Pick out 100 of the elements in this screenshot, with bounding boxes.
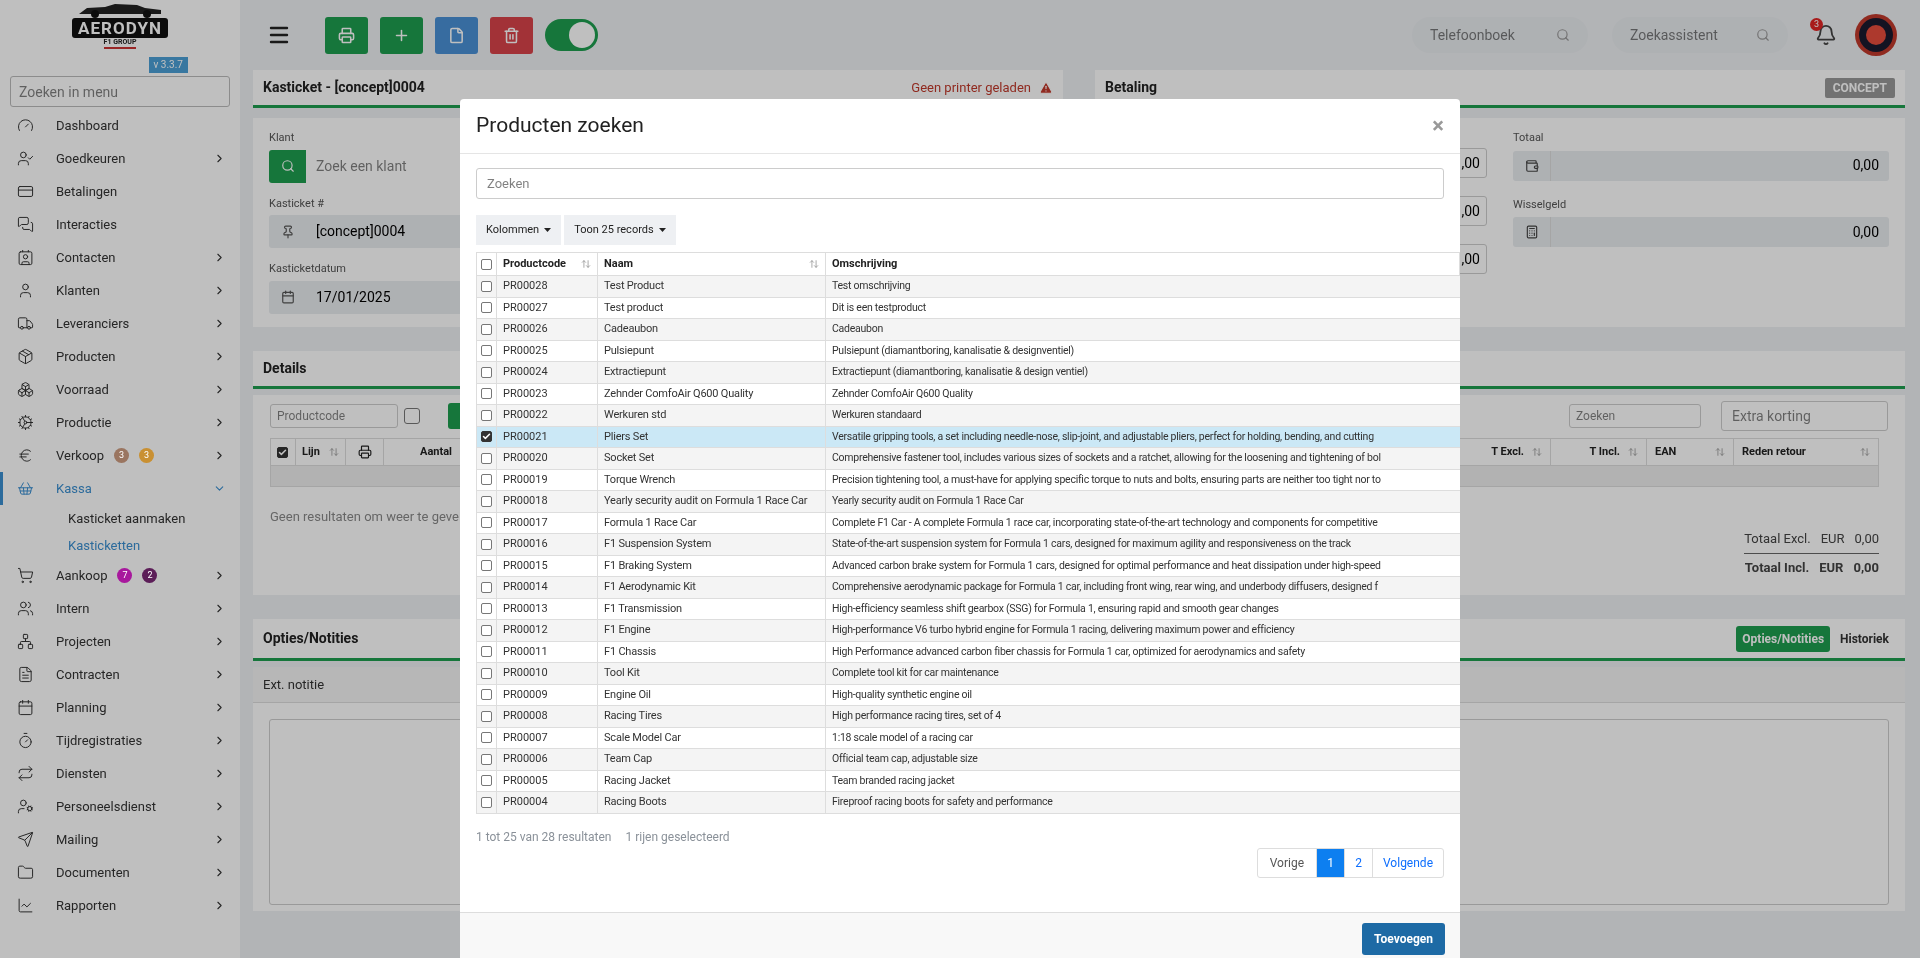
menu-item[interactable]: Projecten (0, 625, 240, 658)
menu-item[interactable]: Personeelsdienst (0, 790, 240, 823)
checkbox[interactable] (481, 345, 492, 357)
next-page-button[interactable]: Volgende (1373, 848, 1443, 877)
checkbox[interactable] (481, 560, 492, 572)
checkbox[interactable] (481, 258, 492, 270)
menu-item[interactable]: Verkoop 3 3 (0, 439, 240, 472)
checkbox[interactable] (481, 452, 492, 464)
search-button[interactable] (269, 149, 306, 183)
checkbox[interactable] (481, 280, 492, 292)
checkbox[interactable] (481, 323, 492, 335)
checkbox[interactable] (481, 603, 492, 615)
checkbox[interactable] (481, 538, 492, 550)
checkbox[interactable] (481, 495, 492, 507)
table-row[interactable]: PR00018 Yearly security audit on Formula 1 Race Car Yearly security audit on Formula 1 Race Car (476, 491, 1460, 513)
checkbox[interactable] (481, 667, 492, 679)
add-button[interactable]: Toevoegen (1362, 923, 1445, 955)
checkbox[interactable] (481, 409, 492, 421)
checkbox[interactable] (481, 646, 492, 658)
checkbox[interactable] (277, 446, 288, 458)
checkbox[interactable] (481, 581, 492, 593)
checkbox[interactable] (481, 689, 492, 701)
tab[interactable]: Historiek (1834, 625, 1895, 652)
column-header[interactable]: Productcode (497, 253, 598, 275)
table-row[interactable]: PR00027 Test product Dit is een testproduct (476, 297, 1460, 319)
search-field[interactable]: Zoeken (476, 168, 1444, 199)
table-row[interactable]: PR00016 F1 Suspension System State-of-the-art suspension system for Formula 1 cars, designed for maximum agility and responsiveness on the track (476, 534, 1460, 556)
print-button[interactable] (325, 16, 368, 54)
menu-item[interactable]: Goedkeuren (0, 142, 240, 175)
new-document-button[interactable] (435, 16, 478, 54)
dropdown-button[interactable]: Kolommen (476, 215, 562, 245)
menu-item[interactable]: Aankoop 7 2 (0, 559, 240, 592)
search-field[interactable]: Zoekassistent (1612, 17, 1788, 53)
table-row[interactable]: PR00004 Racing Boots Fireproof racing boots for safety and performance (476, 792, 1460, 814)
page-button[interactable]: 2 (1345, 848, 1373, 877)
productcode-field[interactable]: Productcode (270, 404, 398, 428)
table-row[interactable]: PR00020 Socket Set Comprehensive fastener tool, includes various sizes of sockets and a ratchet, allowing for the loosening and tightening of bol (476, 448, 1460, 470)
table-row[interactable]: PR00009 Engine Oil High-quality synthetic engine oil (476, 684, 1460, 706)
checkbox[interactable] (481, 302, 492, 314)
checkbox[interactable] (481, 474, 492, 486)
menu-item[interactable]: Contacten (0, 241, 240, 274)
menu-item[interactable]: Dashboard (0, 109, 240, 142)
table-row[interactable]: PR00017 Formula 1 Race Car Complete F1 Car - A complete Formula 1 race car, incorporating state-of-the-art technology and components for competitive (476, 512, 1460, 534)
menu-item[interactable]: Interacties (0, 208, 240, 241)
table-row[interactable]: PR00006 Team Cap Official team cap, adjustable size (476, 749, 1460, 771)
checkbox[interactable] (481, 431, 492, 443)
menu-item[interactable]: Productie (0, 406, 240, 439)
table-row[interactable]: PR00022 Werkuren std Werkuren standaard (476, 405, 1460, 427)
checkbox[interactable] (481, 388, 492, 400)
menu-item[interactable]: Diensten (0, 757, 240, 790)
menu-search-field[interactable]: Zoeken in menu (10, 76, 230, 107)
table-row[interactable]: PR00025 Pulsiepunt Pulsiepunt (diamantboring, kanalisatie & designventiel) (476, 340, 1460, 362)
menu-item[interactable]: Klanten (0, 274, 240, 307)
table-row[interactable]: PR00026 Cadeaubon Cadeaubon (476, 319, 1460, 341)
table-row[interactable]: PR00019 Torque Wrench Precision tightening tool, a must-have for applying specific torque to nuts and bolts, ensuring parts are neither too tight nor to (476, 469, 1460, 491)
table-row[interactable]: PR00013 F1 Transmission High-efficiency seamless shift gearbox (SSG) for Formula 1, ensuring rapid and smooth gear changes (476, 598, 1460, 620)
menu-item[interactable]: Planning (0, 691, 240, 724)
table-row[interactable]: PR00007 Scale Model Car 1:18 scale model of a racing car (476, 727, 1460, 749)
table-row[interactable]: PR00021 Pliers Set Versatile gripping tools, a set including needle-nose, slip-joint, and adjustable pliers, perfect for holding, bending, and cutting (476, 426, 1460, 448)
checkbox[interactable] (481, 366, 492, 378)
toggle-switch[interactable] (545, 19, 598, 51)
menu-item[interactable]: Producten (0, 340, 240, 373)
column-header[interactable]: Naam (598, 253, 826, 275)
checkbox[interactable] (481, 753, 492, 765)
avatar[interactable] (1854, 13, 1898, 57)
search-field[interactable]: Zoeken (1569, 404, 1701, 428)
submenu-item[interactable]: Kasticket aanmaken (0, 505, 240, 532)
table-row[interactable]: PR00012 F1 Engine High-performance V6 turbo hybrid engine for Formula 1 racing, delivering maximum power and efficiency (476, 620, 1460, 642)
menu-item[interactable]: Voorraad (0, 373, 240, 406)
checkbox[interactable] (481, 775, 492, 787)
checkbox[interactable] (481, 624, 492, 636)
table-row[interactable]: PR00005 Racing Jacket Team branded racing jacket (476, 770, 1460, 792)
discount-field[interactable]: Extra korting (1721, 401, 1888, 431)
search-field[interactable]: Telefoonboek (1412, 17, 1588, 53)
menu-item[interactable]: Betalingen (0, 175, 240, 208)
dropdown-button[interactable]: Toon 25 records (564, 215, 676, 245)
table-row[interactable]: PR00014 F1 Aerodynamic Kit Comprehensive aerodynamic package for Formula 1 car, including front wing, rear wing, and underbody diffusers, designed f (476, 577, 1460, 599)
table-row[interactable]: PR00023 Zehnder ComfoAir Q600 Quality Zehnder ComfoAir Q600 Quality (476, 383, 1460, 405)
table-row[interactable]: PR00010 Tool Kit Complete tool kit for car maintenance (476, 663, 1460, 685)
checkbox[interactable] (481, 732, 492, 744)
menu-item[interactable]: Contracten (0, 658, 240, 691)
menu-item[interactable]: Rapporten (0, 889, 240, 922)
menu-item[interactable]: Documenten (0, 856, 240, 889)
menu-item[interactable]: Leveranciers (0, 307, 240, 340)
add-button[interactable] (380, 16, 423, 54)
checkbox[interactable] (481, 710, 492, 722)
table-row[interactable]: PR00028 Test Product Test omschrijving (476, 276, 1460, 298)
table-row[interactable]: PR00015 F1 Braking System Advanced carbon brake system for Formula 1 cars, designed for optimal performance and heat dissipation under high-speed (476, 555, 1460, 577)
menu-item[interactable]: Intern (0, 592, 240, 625)
checkbox[interactable] (481, 796, 492, 808)
checkbox[interactable] (481, 517, 492, 529)
delete-button[interactable] (490, 16, 533, 54)
table-row[interactable]: PR00008 Racing Tires High performance racing tires, set of 4 (476, 706, 1460, 728)
page-button[interactable]: 1 (1317, 848, 1345, 877)
table-row[interactable]: PR00011 F1 Chassis High Performance advanced carbon fiber chassis for Formula 1 car, optimized for aerodynamics and safety (476, 641, 1460, 663)
column-header[interactable]: Omschrijving (826, 253, 1460, 275)
table-row[interactable]: PR00024 Extractiepunt Extractiepunt (diamantboring, kanalisatie & design ventiel) (476, 362, 1460, 384)
checkbox[interactable] (404, 408, 420, 424)
menu-item[interactable]: Mailing (0, 823, 240, 856)
menu-item[interactable]: Tijdregistraties (0, 724, 240, 757)
